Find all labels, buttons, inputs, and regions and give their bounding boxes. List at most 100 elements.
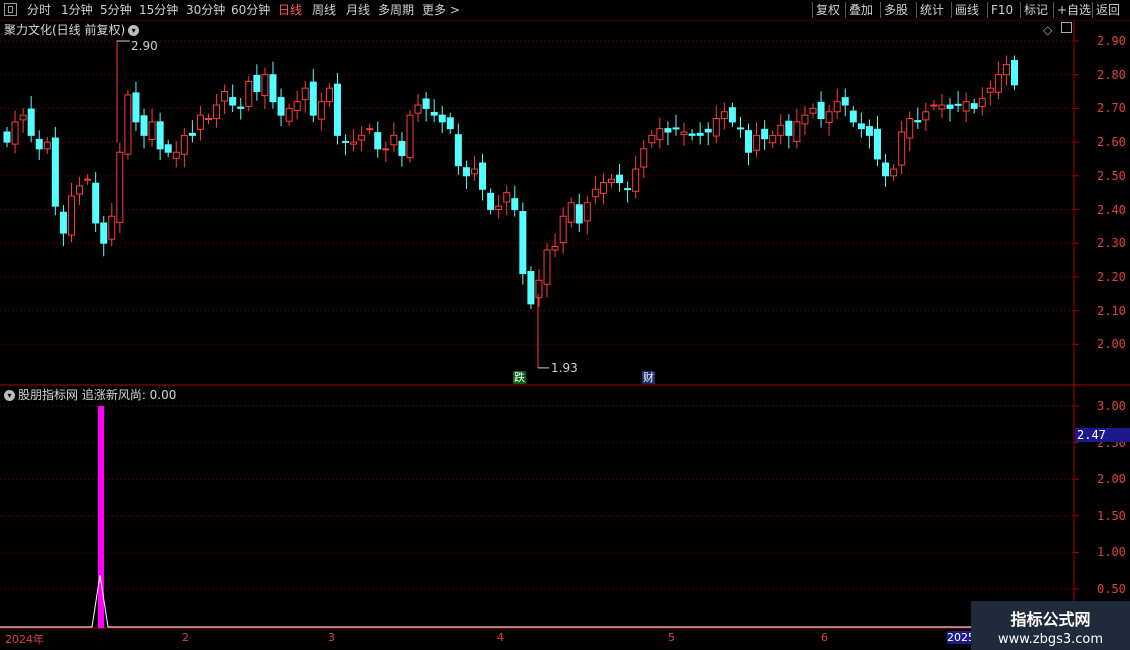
indicator-axis-label: 1.00	[1097, 545, 1126, 560]
candle-body	[342, 140, 350, 143]
price-axis-label: 2.50	[1097, 168, 1126, 183]
candle-body	[696, 132, 704, 136]
candle-body	[704, 128, 712, 133]
candle-body	[398, 140, 406, 157]
price-axis-label: 2.60	[1097, 135, 1126, 150]
candle-body	[906, 118, 914, 139]
candle-body	[414, 104, 422, 114]
candle-body	[761, 128, 769, 140]
candle-body	[3, 131, 11, 143]
candle-body	[19, 114, 27, 121]
price-axis-label: 2.00	[1097, 337, 1126, 352]
candle-body	[350, 141, 358, 145]
candle-body	[688, 133, 696, 136]
candle-body	[180, 134, 188, 155]
candle-body	[196, 114, 204, 130]
candle-body	[857, 123, 865, 130]
time-axis-label: 2024年	[5, 633, 44, 646]
price-axis-label: 2.10	[1097, 303, 1126, 318]
candle-body	[35, 138, 43, 150]
candle-body	[462, 167, 470, 177]
candle-body	[92, 182, 100, 224]
candle-body	[164, 144, 172, 153]
kline-chart[interactable]	[0, 0, 1130, 650]
candle-body	[1011, 60, 1018, 86]
candle-body	[237, 106, 245, 109]
price-axis-label: 2.70	[1097, 101, 1126, 116]
candle-body	[503, 192, 511, 203]
candle-body	[938, 104, 946, 110]
low-price-label: 1.93	[551, 361, 578, 375]
candle-body	[76, 185, 84, 195]
candle-body	[809, 107, 817, 114]
candle-body	[140, 115, 148, 136]
time-axis-label: 3	[328, 631, 335, 644]
candle-body	[793, 121, 801, 142]
candle-body	[865, 126, 873, 136]
watermark: 指标公式网 www.zbgs3.com	[971, 601, 1130, 650]
price-axis-label: 2.90	[1097, 34, 1126, 48]
candle-body	[978, 97, 986, 107]
candle-body	[454, 134, 462, 167]
candle-body	[382, 148, 390, 151]
candle-body	[994, 74, 1002, 93]
candle-body	[849, 110, 857, 123]
price-axis-label: 2.80	[1097, 67, 1126, 82]
candle-body	[519, 211, 527, 275]
candle-body	[728, 107, 736, 123]
candle-body	[438, 114, 446, 123]
candle-body	[970, 103, 978, 109]
candle-body	[825, 111, 833, 124]
candle-body	[293, 101, 301, 111]
candle-body	[487, 192, 495, 211]
candle-body	[430, 111, 438, 116]
candle-body	[390, 134, 398, 146]
current-value-tag: 2.47	[1075, 428, 1130, 442]
event-tag-drop[interactable]: 跌	[513, 371, 526, 384]
candle-body	[962, 101, 970, 112]
candle-body	[841, 97, 849, 106]
time-axis-label: 4	[497, 631, 504, 644]
event-tag-finance[interactable]: 财	[642, 371, 655, 384]
candle-body	[470, 168, 478, 175]
candle-body	[229, 97, 237, 106]
candle-body	[100, 222, 108, 244]
candle-body	[914, 120, 922, 123]
candle-body	[11, 121, 19, 145]
candle-body	[608, 178, 615, 184]
candle-body	[720, 111, 728, 120]
candle-body	[801, 114, 809, 125]
candle-body	[712, 118, 720, 137]
candle-body	[317, 101, 325, 120]
candle-body	[277, 97, 285, 116]
candle-body	[309, 81, 317, 116]
indicator-axis-label: 1.50	[1097, 508, 1126, 523]
candle-body	[479, 162, 487, 190]
indicator-axis-label: 2.00	[1097, 472, 1126, 487]
time-axis-label: 5	[668, 631, 675, 644]
candle-body	[656, 128, 664, 140]
candle-body	[333, 83, 341, 136]
candle-body	[253, 74, 261, 93]
candle-body	[753, 134, 761, 151]
candle-body	[640, 148, 648, 168]
candle-body	[930, 104, 938, 107]
candle-body	[221, 91, 229, 102]
candle-body	[680, 131, 688, 136]
time-axis-label: 2	[182, 631, 189, 644]
candle-body	[148, 121, 156, 140]
candle-body	[422, 98, 430, 109]
candle-body	[543, 249, 551, 285]
candle-body	[769, 134, 777, 144]
candle-body	[1002, 64, 1010, 76]
candle-body	[954, 103, 962, 106]
candle-body	[43, 141, 51, 150]
candle-body	[873, 128, 881, 160]
candle-body	[946, 104, 954, 109]
candle-body	[188, 132, 196, 136]
candle-body	[898, 131, 906, 166]
indicator-axis-label: 3.00	[1097, 399, 1126, 413]
candle-body	[833, 101, 841, 113]
candle-body	[511, 198, 519, 211]
candle-body	[535, 279, 543, 299]
